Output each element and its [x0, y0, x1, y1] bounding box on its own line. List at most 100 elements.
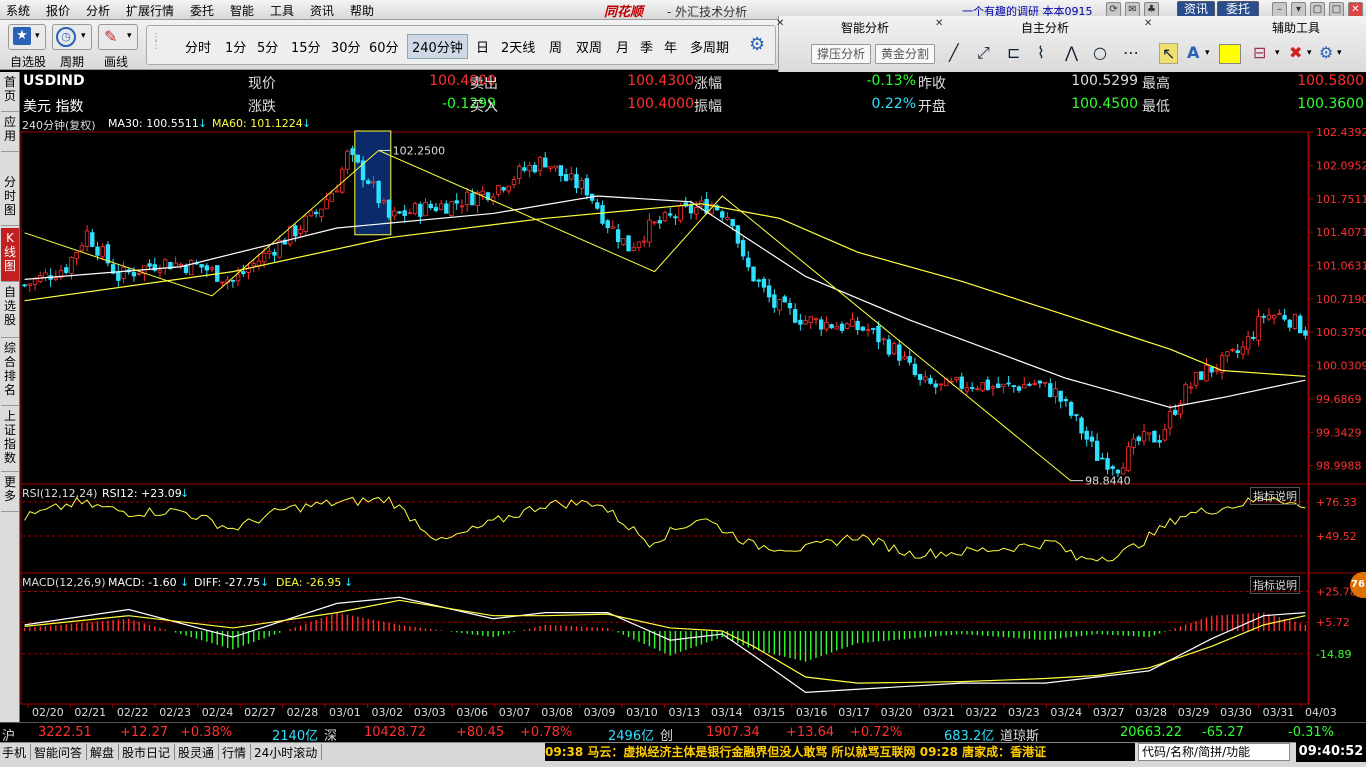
channel-tool-icon[interactable]: ⊏ — [1007, 43, 1020, 62]
close-icon[interactable]: ✕ — [1348, 2, 1363, 17]
period-5min[interactable]: 5分 — [257, 37, 278, 56]
pin-icon[interactable]: ▾ — [1291, 2, 1306, 17]
more-icon[interactable]: ⋯ — [1123, 43, 1139, 62]
maximize-icon[interactable]: □ — [1329, 2, 1344, 17]
color-swatch[interactable] — [1219, 44, 1241, 64]
line-tool-icon[interactable]: ╱ — [949, 43, 959, 62]
value-change-pct: -0.13% — [866, 73, 916, 89]
period-quarter[interactable]: 季 — [640, 37, 653, 56]
sidebar-tab-home[interactable]: 首页 — [1, 72, 19, 112]
menu-trade[interactable]: 委托 — [190, 2, 214, 19]
candle-body — [798, 319, 803, 325]
menu-help[interactable]: 帮助 — [350, 2, 374, 19]
sidebar-tab-intraday[interactable]: 分时图 — [1, 172, 19, 226]
date-label: 03/29 — [1178, 706, 1210, 719]
style-icon[interactable]: ⊟ — [1253, 43, 1266, 62]
dropdown-icon[interactable]: ▾ — [1205, 48, 1210, 58]
candle-body — [865, 329, 871, 332]
taskbar-analysis[interactable]: 解盘 — [90, 744, 120, 760]
candle-body — [928, 377, 933, 384]
candle-body — [553, 165, 558, 169]
period-30min[interactable]: 30分 — [331, 37, 361, 56]
circle-tool-icon[interactable]: ○ — [1093, 43, 1107, 62]
high-label: 102.2500 — [393, 144, 446, 157]
ray-tool-icon[interactable]: ⤢ — [977, 43, 990, 63]
search-input[interactable]: 代码/名称/简拼/功能 — [1138, 743, 1290, 761]
fibonacci-tool-icon[interactable]: ⌇ — [1037, 43, 1045, 62]
dropdown-icon[interactable]: ▾ — [1337, 48, 1342, 58]
sidebar-tab-apps[interactable]: 应用 — [1, 112, 19, 152]
period-15min[interactable]: 15分 — [291, 37, 321, 56]
menu-extended-quote[interactable]: 扩展行情 — [126, 2, 174, 19]
star-icon: ★ — [13, 27, 31, 45]
candle-body — [1240, 346, 1246, 355]
sidebar-tab-sh-index[interactable]: 上证指数 — [1, 406, 19, 472]
news-ticker[interactable]: 09:38 马云：虚拟经济主体是银行金融界但没人敢骂 所以就骂互联网 09:28… — [545, 743, 1135, 761]
close-icon[interactable]: ✕ — [935, 18, 943, 29]
shirt-icon[interactable]: ♣ — [1144, 2, 1159, 17]
refresh-icon[interactable]: ⟳ — [1106, 2, 1121, 17]
period-month[interactable]: 月 — [616, 37, 629, 56]
candle-body — [334, 190, 340, 193]
close-icon[interactable]: ✕ — [776, 18, 784, 29]
period-multi[interactable]: 多周期 — [690, 37, 729, 56]
watchlist-button[interactable]: ★ ▾ — [8, 24, 46, 50]
sidebar-tab-more[interactable]: 更多 — [1, 472, 19, 512]
candle-body — [1287, 319, 1292, 328]
menu-smart[interactable]: 智能 — [230, 2, 254, 19]
taskbar-gulingtong[interactable]: 股灵通 — [178, 744, 220, 760]
period-60min[interactable]: 60分 — [369, 37, 399, 56]
period-year[interactable]: 年 — [664, 37, 677, 56]
candle-body — [813, 318, 819, 321]
period-2day[interactable]: 2天线 — [501, 37, 535, 56]
period-biweek[interactable]: 双周 — [576, 37, 602, 56]
period-fenshi[interactable]: 分时 — [185, 37, 211, 56]
golden-section-button[interactable]: 黄金分割 — [875, 44, 935, 64]
text-tool-icon[interactable]: A — [1187, 43, 1199, 62]
date-label: 03/01 — [329, 706, 361, 719]
candle-body — [891, 343, 897, 355]
chart-area[interactable]: 240分钟(复权) MA30: 100.5511 ↓ MA60: 101.122… — [20, 116, 1366, 722]
period-day[interactable]: 日 — [476, 37, 489, 56]
menu-news[interactable]: 资讯 — [310, 2, 334, 19]
toolbar: ★ ▾ 自选股 ◷ ▾ 周期 ✎ ▾ 画线 ⋮ ⋮ 分时 1分 5分 15分 30… — [0, 20, 778, 70]
macd-explain-button[interactable]: 指标说明 — [1250, 576, 1300, 594]
sidebar-tab-watchlist[interactable]: 自选股 — [1, 282, 19, 338]
taskbar-quotes[interactable]: 行情 — [222, 744, 252, 760]
dropdown-icon[interactable]: ▾ — [1275, 48, 1280, 58]
dropdown-icon[interactable]: ▾ — [1307, 48, 1312, 58]
taskbar-24h[interactable]: 24小时滚动 — [254, 744, 323, 760]
candle-body — [1297, 315, 1303, 334]
delete-icon[interactable]: ✖ — [1289, 43, 1302, 62]
close-icon[interactable]: ✕ — [1144, 18, 1152, 29]
period-1min[interactable]: 1分 — [225, 37, 246, 56]
taskbar-diary[interactable]: 股市日记 — [122, 744, 176, 760]
mail-icon[interactable]: ✉ — [1125, 2, 1140, 17]
wave-tool-icon[interactable]: ⋀ — [1065, 43, 1078, 62]
cursor-icon[interactable]: ↖ — [1159, 43, 1179, 64]
sidebar-tab-ranking[interactable]: 综合排名 — [1, 338, 19, 406]
candle-body — [563, 174, 569, 182]
gear-icon[interactable]: ⚙ — [749, 34, 765, 55]
period-240min[interactable]: 240分钟 — [407, 34, 468, 59]
menu-system[interactable]: 系统 — [6, 2, 30, 19]
sidebar-tab-kline[interactable]: K线图 — [1, 228, 19, 282]
period-week[interactable]: 周 — [549, 37, 562, 56]
candle-body — [32, 278, 38, 285]
menu-analysis[interactable]: 分析 — [86, 2, 110, 19]
rsi-explain-button[interactable]: 指标说明 — [1250, 487, 1300, 505]
draw-line-button[interactable]: ✎ ▾ — [98, 24, 138, 50]
menu-tools[interactable]: 工具 — [270, 2, 294, 19]
support-resistance-button[interactable]: 撑压分析 — [811, 44, 871, 64]
gear-icon[interactable]: ⚙ — [1319, 43, 1333, 62]
menu-quote[interactable]: 报价 — [46, 2, 70, 19]
candle-body — [235, 273, 241, 282]
restore-icon[interactable]: ▢ — [1310, 2, 1325, 17]
period-button[interactable]: ◷ ▾ — [52, 24, 92, 50]
candle-body — [1120, 467, 1126, 475]
taskbar-smart-qa[interactable]: 智能问答 — [34, 744, 88, 760]
kline-chart[interactable]: 102.2500 98.8440 102.4392 102.0952 101.7511… — [20, 116, 1366, 722]
candle-body — [1006, 382, 1011, 385]
taskbar-mobile[interactable]: 手机 — [2, 744, 32, 760]
minimize-icon[interactable]: – — [1272, 2, 1287, 17]
